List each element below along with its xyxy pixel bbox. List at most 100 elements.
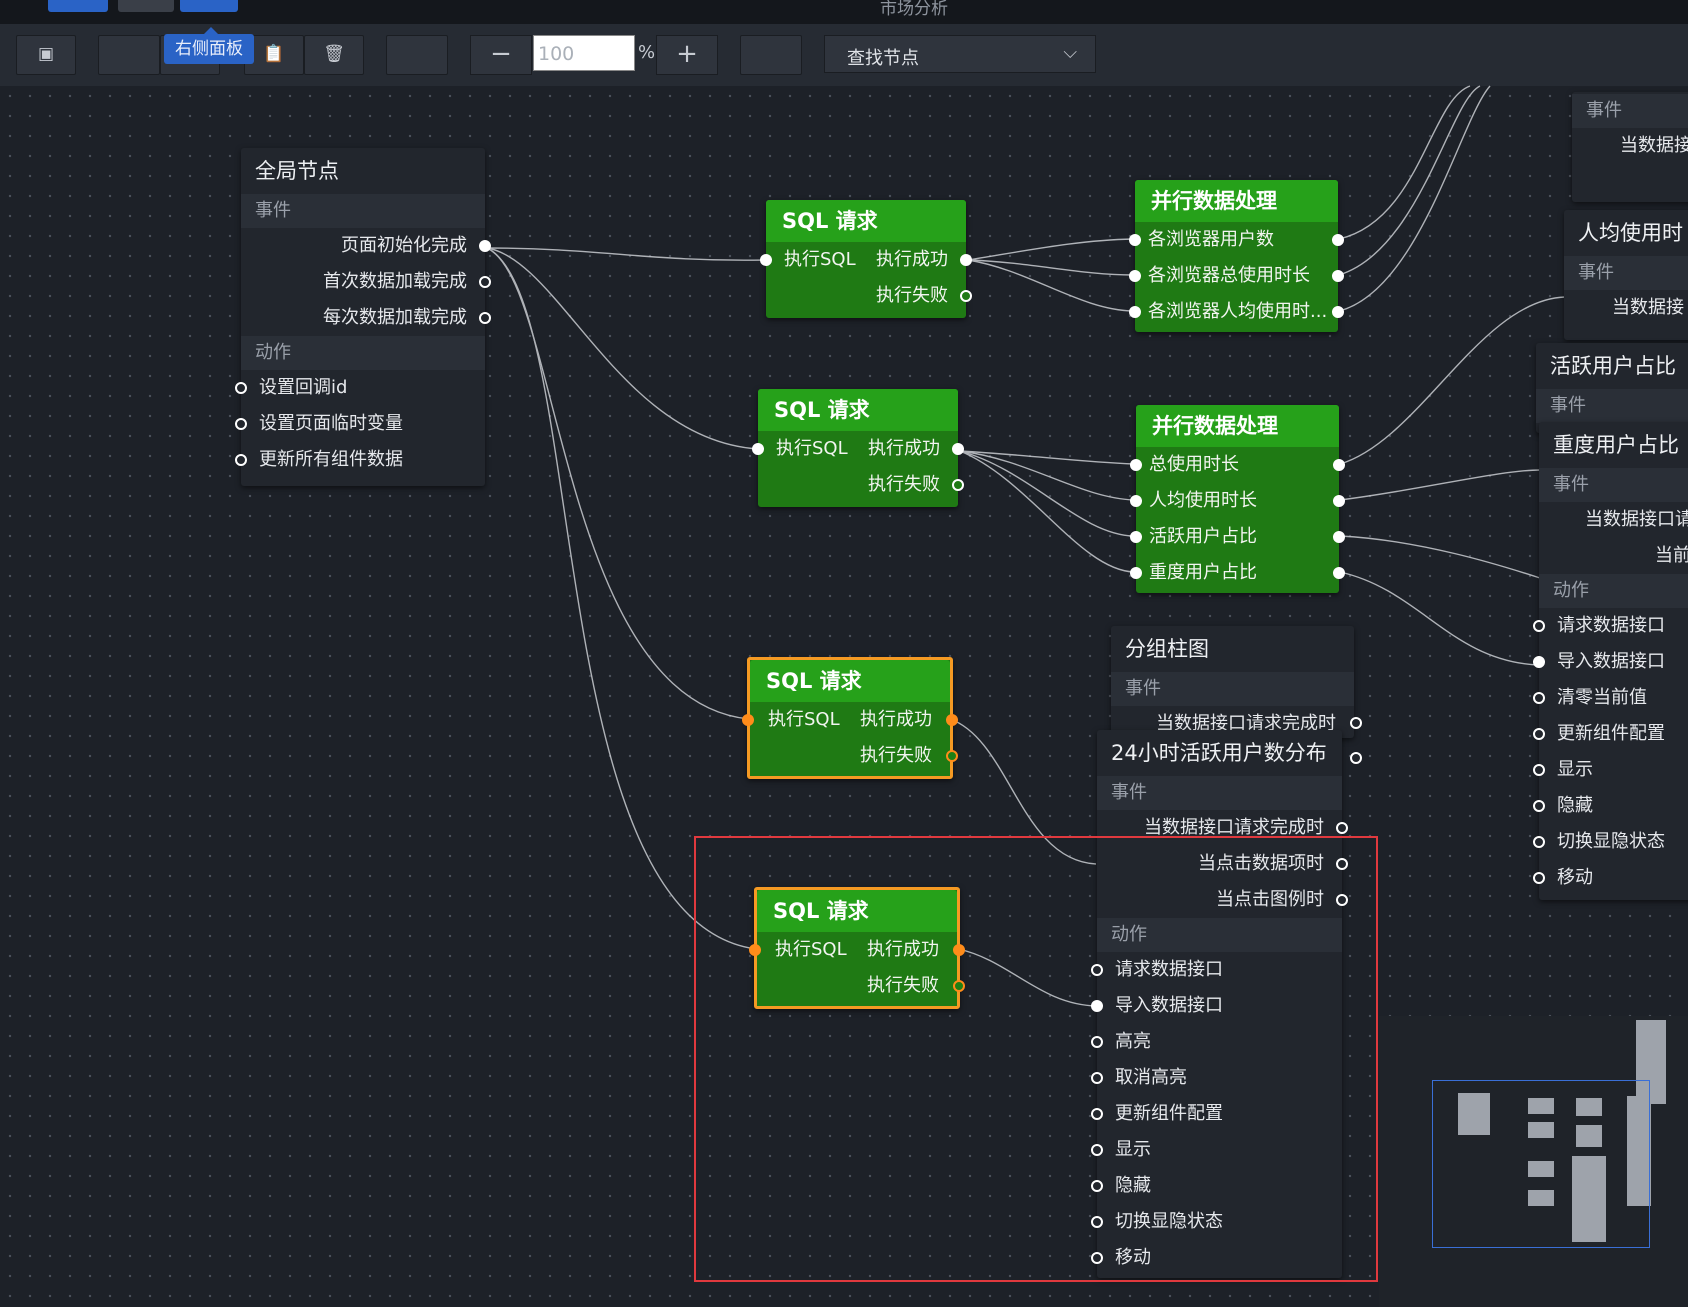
grouped-bar-node[interactable]: 分组柱图 事件 当数据接口请求完成时 (1111, 626, 1354, 738)
input-port[interactable] (1129, 234, 1141, 246)
input-port[interactable] (1130, 531, 1142, 543)
sql-node-row: 执行SQL 执行成功 (742, 702, 958, 738)
sql-request-node-1[interactable]: SQL 请求 执行SQL 执行成功 执行失败 (760, 200, 972, 318)
hourly-active-users-node[interactable]: 24小时活跃用户数分布 事件 当数据接口请求完成时 当点击数据项时 当点击图例时… (1091, 730, 1348, 1278)
hourly-action: 切换显隐状态 (1091, 1204, 1342, 1240)
minimap-viewport[interactable] (1432, 1080, 1650, 1248)
output-port[interactable] (1332, 306, 1344, 318)
output-port[interactable] (479, 240, 491, 252)
input-port[interactable] (1533, 620, 1545, 632)
input-port[interactable] (235, 418, 247, 430)
input-port[interactable] (760, 254, 772, 266)
input-port[interactable] (752, 443, 764, 455)
output-port[interactable] (953, 980, 965, 992)
input-port[interactable] (1533, 836, 1545, 848)
heavy-ratio-action: 更新组件配置 (1533, 716, 1688, 752)
sql-node-row: 执行SQL 执行成功 (749, 932, 965, 968)
input-port[interactable] (749, 944, 761, 956)
hourly-action: 隐藏 (1091, 1168, 1342, 1204)
sql-request-node-2[interactable]: SQL 请求 执行SQL 执行成功 执行失败 (752, 389, 964, 507)
input-port[interactable] (1091, 1000, 1103, 1012)
input-port[interactable] (1533, 872, 1545, 884)
per-capita-title: 人均使用时 (1578, 221, 1683, 245)
input-port[interactable] (1533, 764, 1545, 776)
input-port[interactable] (1091, 964, 1103, 976)
right-node-heavy-ratio[interactable]: 重度用户占比 事件 当数据接口请 当前 动作 请求数据接口 导入数据接口 清零当… (1533, 422, 1688, 900)
input-port[interactable] (1130, 567, 1142, 579)
output-port[interactable] (1336, 858, 1348, 870)
output-port[interactable] (1333, 531, 1345, 543)
output-port[interactable] (1332, 270, 1344, 282)
output-port[interactable] (1333, 495, 1345, 507)
output-port[interactable] (960, 254, 972, 266)
output-port[interactable] (1333, 567, 1345, 579)
input-port[interactable] (1130, 495, 1142, 507)
input-port[interactable] (1091, 1036, 1103, 1048)
heavy-ratio-action: 导入数据接口 (1533, 644, 1688, 680)
input-port[interactable] (1129, 306, 1141, 318)
sql-node-fail-row: 执行失败 (758, 467, 964, 503)
right-node-per-capita[interactable]: 人均使用时 事件 当数据接 (1564, 210, 1688, 340)
output-port[interactable] (1336, 822, 1348, 834)
active-ratio-title: 活跃用户占比 (1550, 354, 1676, 378)
input-port[interactable] (1091, 1216, 1103, 1228)
output-port[interactable] (953, 944, 965, 956)
output-port[interactable] (952, 443, 964, 455)
heavy-ratio-event: 当前 (1655, 545, 1688, 566)
output-port[interactable] (946, 714, 958, 726)
output-port[interactable] (479, 312, 491, 324)
input-port[interactable] (235, 454, 247, 466)
heavy-ratio-action: 移动 (1533, 860, 1688, 896)
sql-request-node-4[interactable]: SQL 请求 执行SQL 执行成功 执行失败 (749, 887, 965, 1009)
parallel-processing-node-2[interactable]: 并行数据处理 总使用时长 人均使用时长 活跃用户占比 重度用户占比 (1130, 405, 1345, 593)
sql-node-fail-row: 执行失败 (757, 968, 965, 1004)
grouped-bar-output-port[interactable] (1350, 717, 1362, 729)
output-port[interactable] (1333, 459, 1345, 471)
sql-node-row: 执行SQL 执行成功 (760, 242, 972, 278)
hourly-action: 显示 (1091, 1132, 1342, 1168)
output-port[interactable] (952, 479, 964, 491)
input-port[interactable] (1533, 800, 1545, 812)
output-port[interactable] (1332, 234, 1344, 246)
input-port[interactable] (1091, 1144, 1103, 1156)
input-port[interactable] (235, 382, 247, 394)
sql-node-fail-row: 执行失败 (750, 738, 958, 774)
input-port[interactable] (1091, 1108, 1103, 1120)
parallel-item: 人均使用时长 (1130, 483, 1345, 519)
hourly-event: 当数据接口请求完成时 (1097, 810, 1348, 846)
heavy-ratio-title: 重度用户占比 (1553, 433, 1679, 457)
output-port[interactable] (479, 276, 491, 288)
parallel-processing-node-1[interactable]: 并行数据处理 各浏览器用户数 各浏览器总使用时长 各浏览器人均使用时... (1129, 180, 1344, 332)
input-port[interactable] (1091, 1072, 1103, 1084)
input-port[interactable] (1533, 692, 1545, 704)
input-port[interactable] (1533, 656, 1545, 668)
hourly-action: 请求数据接口 (1091, 952, 1342, 988)
global-node[interactable]: 全局节点 事件 页面初始化完成 首次数据加载完成 每次数据加载完成 动作 设置回… (235, 148, 491, 486)
parallel-node-title: 并行数据处理 (1136, 405, 1339, 447)
input-port[interactable] (1533, 728, 1545, 740)
sql-node-title: SQL 请求 (758, 389, 958, 431)
global-event-each-load: 每次数据加载完成 (241, 300, 491, 336)
global-node-events-header: 事件 (241, 194, 485, 228)
input-port[interactable] (1091, 1180, 1103, 1192)
parallel-item: 各浏览器人均使用时... (1129, 294, 1344, 330)
global-event-page-init: 页面初始化完成 (241, 228, 491, 264)
heavy-ratio-action: 切换显隐状态 (1533, 824, 1688, 860)
output-port[interactable] (1336, 894, 1348, 906)
right-node-top[interactable]: 事件 当数据接 (1572, 92, 1688, 202)
hourly-action: 高亮 (1091, 1024, 1342, 1060)
parallel-item: 重度用户占比 (1130, 555, 1345, 591)
parallel-item: 各浏览器用户数 (1129, 222, 1344, 258)
heavy-ratio-action: 显示 (1533, 752, 1688, 788)
hourly-event: 当点击数据项时 (1097, 846, 1348, 882)
output-port[interactable] (946, 750, 958, 762)
input-port[interactable] (1091, 1252, 1103, 1264)
input-port[interactable] (1130, 459, 1142, 471)
heavy-ratio-action: 请求数据接口 (1533, 608, 1688, 644)
output-port[interactable] (960, 290, 972, 302)
right-node-active-ratio[interactable]: 活跃用户占比 事件 (1536, 343, 1688, 433)
grouped-bar-output-port[interactable] (1350, 752, 1362, 764)
sql-request-node-3[interactable]: SQL 请求 执行SQL 执行成功 执行失败 (742, 657, 958, 779)
input-port[interactable] (1129, 270, 1141, 282)
input-port[interactable] (742, 714, 754, 726)
